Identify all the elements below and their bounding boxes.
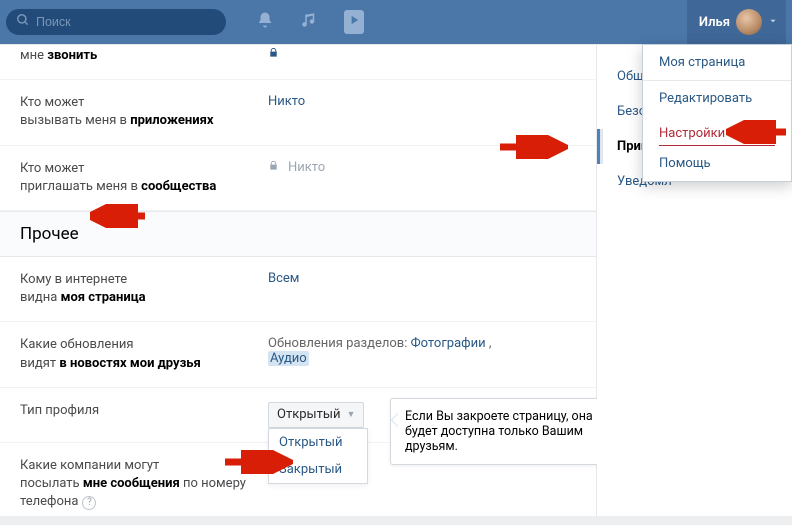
topbar: Илья bbox=[0, 0, 792, 44]
profile-type-select[interactable]: Открытый ▼ bbox=[268, 402, 364, 428]
topbar-icons bbox=[256, 10, 364, 34]
settings-content: мне звонить Кто может вызывать меня в пр… bbox=[0, 45, 597, 516]
row-apps-label: Кто может вызывать меня в приложениях bbox=[20, 94, 268, 130]
row-apps-value[interactable]: Никто bbox=[268, 94, 576, 109]
profile-type-dropdown: Открытый Закрытый bbox=[268, 428, 368, 484]
profile-type-option-closed[interactable]: Закрытый bbox=[269, 456, 367, 483]
video-icon[interactable] bbox=[344, 10, 364, 34]
chevron-down-icon bbox=[768, 15, 778, 30]
row-call: мне звонить bbox=[0, 45, 596, 80]
row-call-label: мне звонить bbox=[20, 47, 268, 65]
lock-icon bbox=[268, 160, 282, 174]
section-other-title: Прочее bbox=[20, 224, 79, 244]
row-news-value[interactable]: Обновления разделов: Фотографии , Аудио bbox=[268, 336, 576, 366]
lock-icon bbox=[268, 47, 279, 61]
bell-icon[interactable] bbox=[256, 11, 274, 33]
search-box[interactable] bbox=[6, 9, 226, 35]
row-communities-value[interactable]: Никто bbox=[268, 160, 576, 175]
search-input[interactable] bbox=[36, 15, 216, 29]
row-page-visible-label: Кому в интернете видна моя страница bbox=[20, 271, 268, 307]
row-profile-type-value: Открытый ▼ Открытый Закрытый Если Вы зак… bbox=[268, 402, 576, 428]
user-name: Илья bbox=[699, 15, 730, 30]
search-icon bbox=[16, 13, 30, 31]
row-news-label: Какие обновления видят в новостях мои др… bbox=[20, 336, 268, 372]
user-menu-trigger[interactable]: Илья bbox=[687, 0, 786, 44]
menu-settings[interactable]: Настройки bbox=[659, 116, 775, 146]
section-other: Прочее bbox=[0, 211, 596, 257]
row-call-value[interactable] bbox=[268, 47, 576, 62]
row-news: Какие обновления видят в новостях мои др… bbox=[0, 322, 596, 387]
music-icon[interactable] bbox=[300, 11, 318, 33]
row-companies-label: Какие компании могут посылать мне сообще… bbox=[20, 457, 268, 512]
row-apps: Кто может вызывать меня в приложениях Ни… bbox=[0, 80, 596, 145]
menu-edit[interactable]: Редактировать bbox=[643, 81, 791, 116]
row-communities: Кто может приглашать меня в сообщества Н… bbox=[0, 146, 596, 211]
row-page-visible-value[interactable]: Всем bbox=[268, 271, 576, 286]
help-icon[interactable]: ? bbox=[82, 496, 96, 510]
row-page-visible: Кому в интернете видна моя страница Всем bbox=[0, 257, 596, 322]
row-profile-type: Тип профиля Открытый ▼ Открытый Закрытый… bbox=[0, 388, 596, 443]
row-communities-label: Кто может приглашать меня в сообщества bbox=[20, 160, 268, 196]
row-profile-type-label: Тип профиля bbox=[20, 402, 268, 420]
avatar bbox=[736, 9, 762, 35]
chevron-down-icon: ▼ bbox=[346, 409, 355, 420]
profile-type-option-open[interactable]: Открытый bbox=[269, 429, 367, 456]
menu-my-page[interactable]: Моя страница bbox=[643, 45, 791, 80]
menu-help[interactable]: Помощь bbox=[643, 146, 791, 181]
user-dropdown-menu: Моя страница Редактировать Настройки Пом… bbox=[642, 44, 792, 182]
profile-type-selected: Открытый bbox=[277, 407, 340, 422]
